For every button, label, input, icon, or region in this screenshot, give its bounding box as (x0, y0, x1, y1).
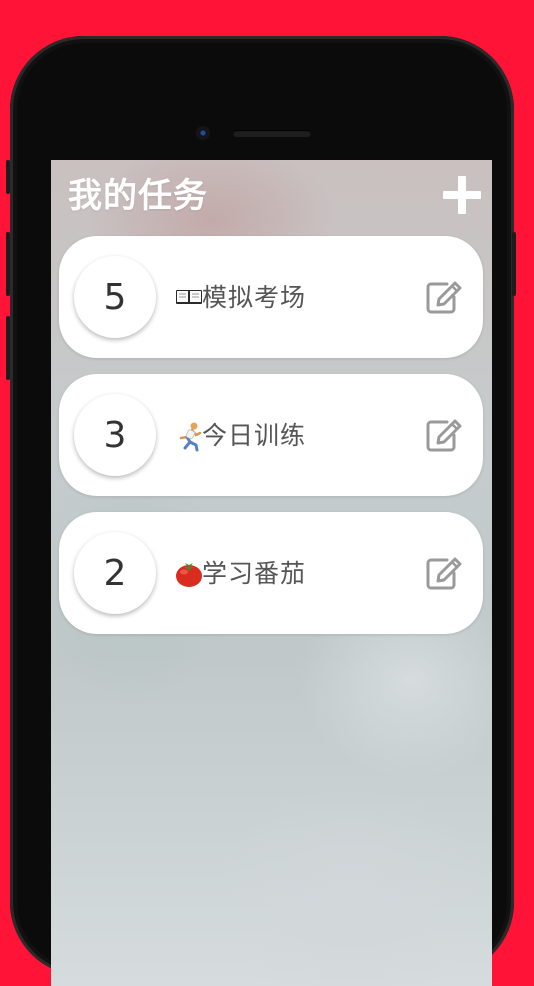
task-card[interactable]: 5 模拟考场 (59, 236, 483, 358)
power-button (512, 232, 516, 296)
page-title: 我的任务 (68, 176, 208, 216)
edit-icon (426, 281, 462, 314)
volume-down-button (6, 316, 10, 380)
task-name: 今日训练 (202, 421, 307, 450)
edit-task-button[interactable] (425, 418, 463, 452)
task-count-circle: 2 (74, 532, 156, 614)
edit-icon (426, 419, 462, 452)
task-count-circle: 3 (74, 394, 156, 476)
task-card[interactable]: 3 今日训练 (59, 374, 483, 496)
task-card[interactable]: 2 学习番茄 (59, 512, 483, 634)
task-name: 学习番茄 (202, 559, 307, 588)
mute-switch (6, 160, 10, 194)
task-name: 模拟考场 (202, 283, 307, 312)
volume-up-button (6, 232, 10, 296)
runner-icon (179, 422, 202, 452)
book-icon (176, 290, 202, 304)
task-count-circle: 5 (74, 256, 156, 338)
edit-task-button[interactable] (425, 280, 463, 314)
add-task-button[interactable] (443, 176, 481, 214)
app-screen: 我的任务 5 模拟考场 3 今日训练 2 学习番茄 (51, 160, 492, 986)
edit-icon (426, 557, 462, 590)
phone-frame: 我的任务 5 模拟考场 3 今日训练 2 学习番茄 (10, 36, 514, 986)
tomato-icon (176, 563, 202, 587)
edit-task-button[interactable] (425, 556, 463, 590)
front-camera (196, 126, 210, 140)
earpiece-speaker (233, 130, 311, 137)
